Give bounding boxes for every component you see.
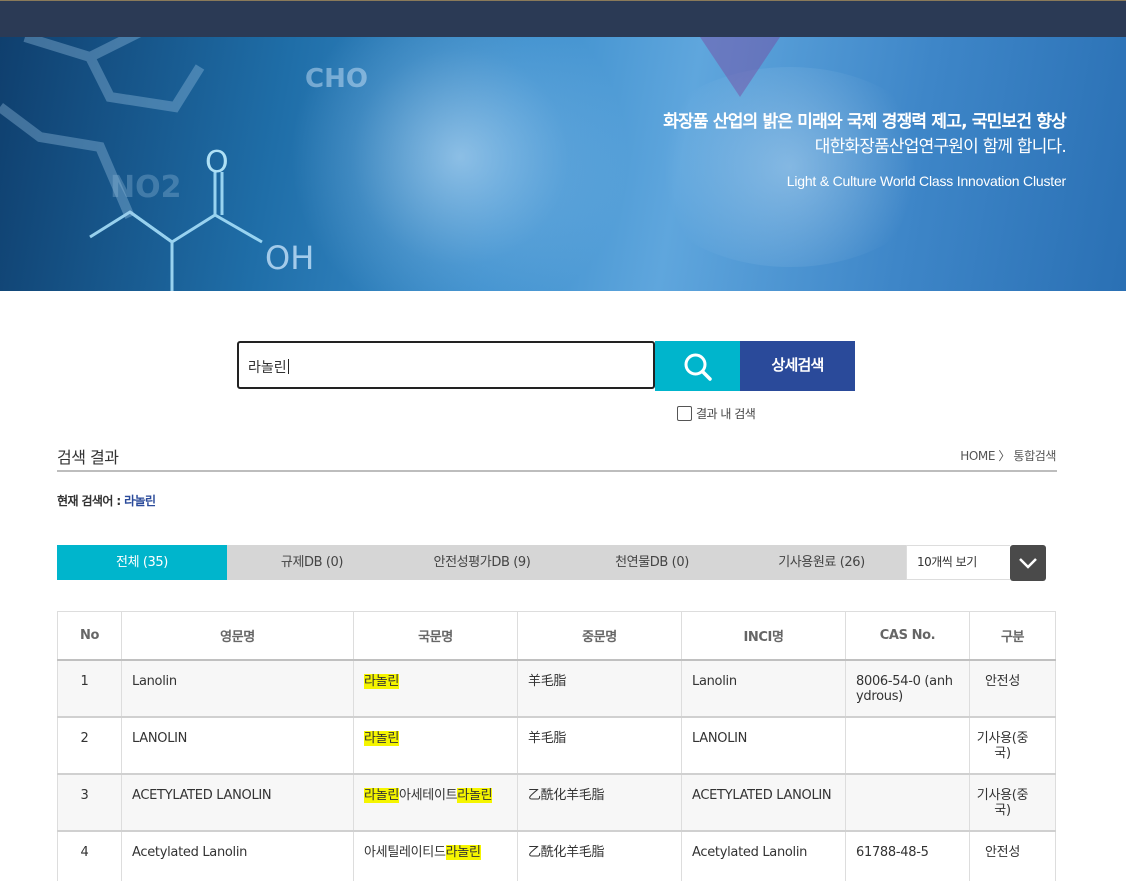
molecule-label-oh: OH [265, 239, 314, 277]
banner-headline: 화장품 산업의 밝은 미래와 국제 경쟁력 제고, 국민보건 향상 [663, 112, 1067, 132]
table-row[interactable]: 3 ACETYLATED LANOLIN 라놀린아세테이트라놀린 乙酰化羊毛脂 ACET… [57, 773, 1056, 832]
cell-cas-no [845, 773, 970, 832]
cell-cas-no: 61788-48-5 [845, 830, 970, 881]
cell-category: 안전성 [969, 830, 1056, 881]
current-search-term: 현재 검색어 : 라놀린 [57, 492, 156, 509]
search-within-checkbox[interactable] [677, 405, 692, 421]
breadcrumb: HOME 〉 통합검색 [960, 449, 1056, 463]
col-header-english-name: 영문명 [121, 611, 354, 661]
cell-chinese-name: 乙酰化羊毛脂 [517, 830, 682, 881]
col-header-no: No [57, 611, 122, 661]
banner-subheadline: 대한화장품산업연구원이 함께 합니다. [814, 137, 1067, 157]
table-row[interactable]: 1 Lanolin 라놀린 羊毛脂 Lanolin 8006-54-0 (anhydrou… [57, 659, 1056, 718]
highlighted-keyword: 라놀린 [457, 787, 493, 803]
cell-chinese-name: 羊毛脂 [517, 659, 682, 718]
per-page-select[interactable]: 10개씩 보기 [906, 545, 1010, 580]
cell-chinese-name: 乙酰化羊毛脂 [517, 773, 682, 832]
top-navigation-bar [0, 0, 1126, 37]
highlighted-keyword: 라놀린 [364, 787, 399, 803]
highlighted-keyword: 라놀린 [364, 730, 399, 746]
banner-slogan: 화장품 산업의 밝은 미래와 국제 경쟁력 제고, 국민보건 향상 대한화장품산… [663, 109, 1067, 189]
cell-korean-name: 아세틸레이티드라놀린 [353, 830, 518, 881]
tab-safety-db[interactable]: 안전성평가DB (9) [397, 545, 567, 580]
cell-english-name: Lanolin [121, 659, 354, 718]
cell-chinese-name: 羊毛脂 [517, 716, 682, 775]
col-header-category: 구분 [969, 611, 1056, 661]
search-within-results[interactable]: 결과 내 검색 [677, 404, 756, 422]
text-caret [287, 359, 289, 374]
cell-inci-name: ACETYLATED LANOLIN [681, 773, 846, 832]
table-header-row: No 영문명 국문명 중문명 INCI명 CAS No. 구분 [57, 611, 1056, 661]
cell-korean-name: 라놀린 [353, 659, 518, 718]
cell-english-name: Acetylated Lanolin [121, 830, 354, 881]
tab-regulation-db[interactable]: 규제DB (0) [227, 545, 397, 580]
chevron-down-icon [1019, 558, 1037, 569]
search-icon [684, 353, 712, 381]
cell-english-name: ACETYLATED LANOLIN [121, 773, 354, 832]
molecule-label-no2: NO2 [110, 170, 181, 205]
cell-cas-no: 8006-54-0 (anhydrous) [845, 659, 970, 718]
cell-inci-name: Lanolin [681, 659, 846, 718]
current-search-keyword: 라놀린 [124, 494, 156, 508]
table-row[interactable]: 4 Acetylated Lanolin 아세틸레이티드라놀린 乙酰化羊毛脂 Acety… [57, 830, 1056, 881]
results-divider [57, 470, 1057, 472]
cell-no: 3 [57, 773, 122, 832]
tab-used-ingredients[interactable]: 기사용원료 (26) [737, 545, 906, 580]
highlighted-keyword: 라놀린 [364, 673, 399, 689]
highlighted-keyword: 라놀린 [445, 844, 481, 860]
cell-category: 안전성 [969, 659, 1056, 718]
molecule-label-cho: CHO [305, 64, 368, 94]
tab-natural-db[interactable]: 천연물DB (0) [567, 545, 737, 580]
cell-inci-name: LANOLIN [681, 716, 846, 775]
hero-banner: O OH CHO NO2 화장품 산업의 밝은 미래와 국제 경쟁력 제고, 국… [0, 37, 1126, 291]
results-title: 검색 결과 [57, 448, 119, 467]
cell-category: 기사용(중국) [969, 773, 1056, 832]
cell-korean-name: 라놀린 [353, 716, 518, 775]
search-input[interactable]: 라놀린 [237, 341, 655, 389]
cell-english-name: LANOLIN [121, 716, 354, 775]
advanced-search-button[interactable]: 상세검색 [740, 341, 855, 391]
col-header-inci-name: INCI명 [681, 611, 846, 661]
cell-category: 기사용(중국) [969, 716, 1056, 775]
table-row[interactable]: 2 LANOLIN 라놀린 羊毛脂 LANOLIN 기사용(중국) [57, 716, 1056, 775]
result-category-tabs: 전체 (35) 규제DB (0) 안전성평가DB (9) 천연물DB (0) 기… [57, 545, 906, 580]
col-header-cas-no: CAS No. [845, 611, 970, 661]
cell-cas-no [845, 716, 970, 775]
current-search-label: 현재 검색어 : [57, 494, 125, 508]
cell-no: 4 [57, 830, 122, 881]
col-header-korean-name: 국문명 [353, 611, 518, 661]
cell-inci-name: Acetylated Lanolin [681, 830, 846, 881]
cell-no: 1 [57, 659, 122, 718]
col-header-chinese-name: 중문명 [517, 611, 682, 661]
per-page-dropdown-button[interactable] [1010, 545, 1046, 581]
tab-all[interactable]: 전체 (35) [57, 545, 227, 580]
search-within-label: 결과 내 검색 [696, 406, 756, 421]
search-button[interactable] [655, 341, 740, 391]
search-input-value: 라놀린 [248, 360, 287, 376]
banner-tagline: Light & Culture World Class Innovation C… [786, 173, 1066, 189]
name-segment: 아세테이트 [398, 787, 458, 803]
name-segment: 아세틸레이티드 [364, 844, 446, 860]
cell-no: 2 [57, 716, 122, 775]
molecule-label-o: O [205, 145, 229, 180]
cell-korean-name: 라놀린아세테이트라놀린 [353, 773, 518, 832]
results-table: No 영문명 국문명 중문명 INCI명 CAS No. 구분 1 Lanolin… [57, 611, 1056, 881]
